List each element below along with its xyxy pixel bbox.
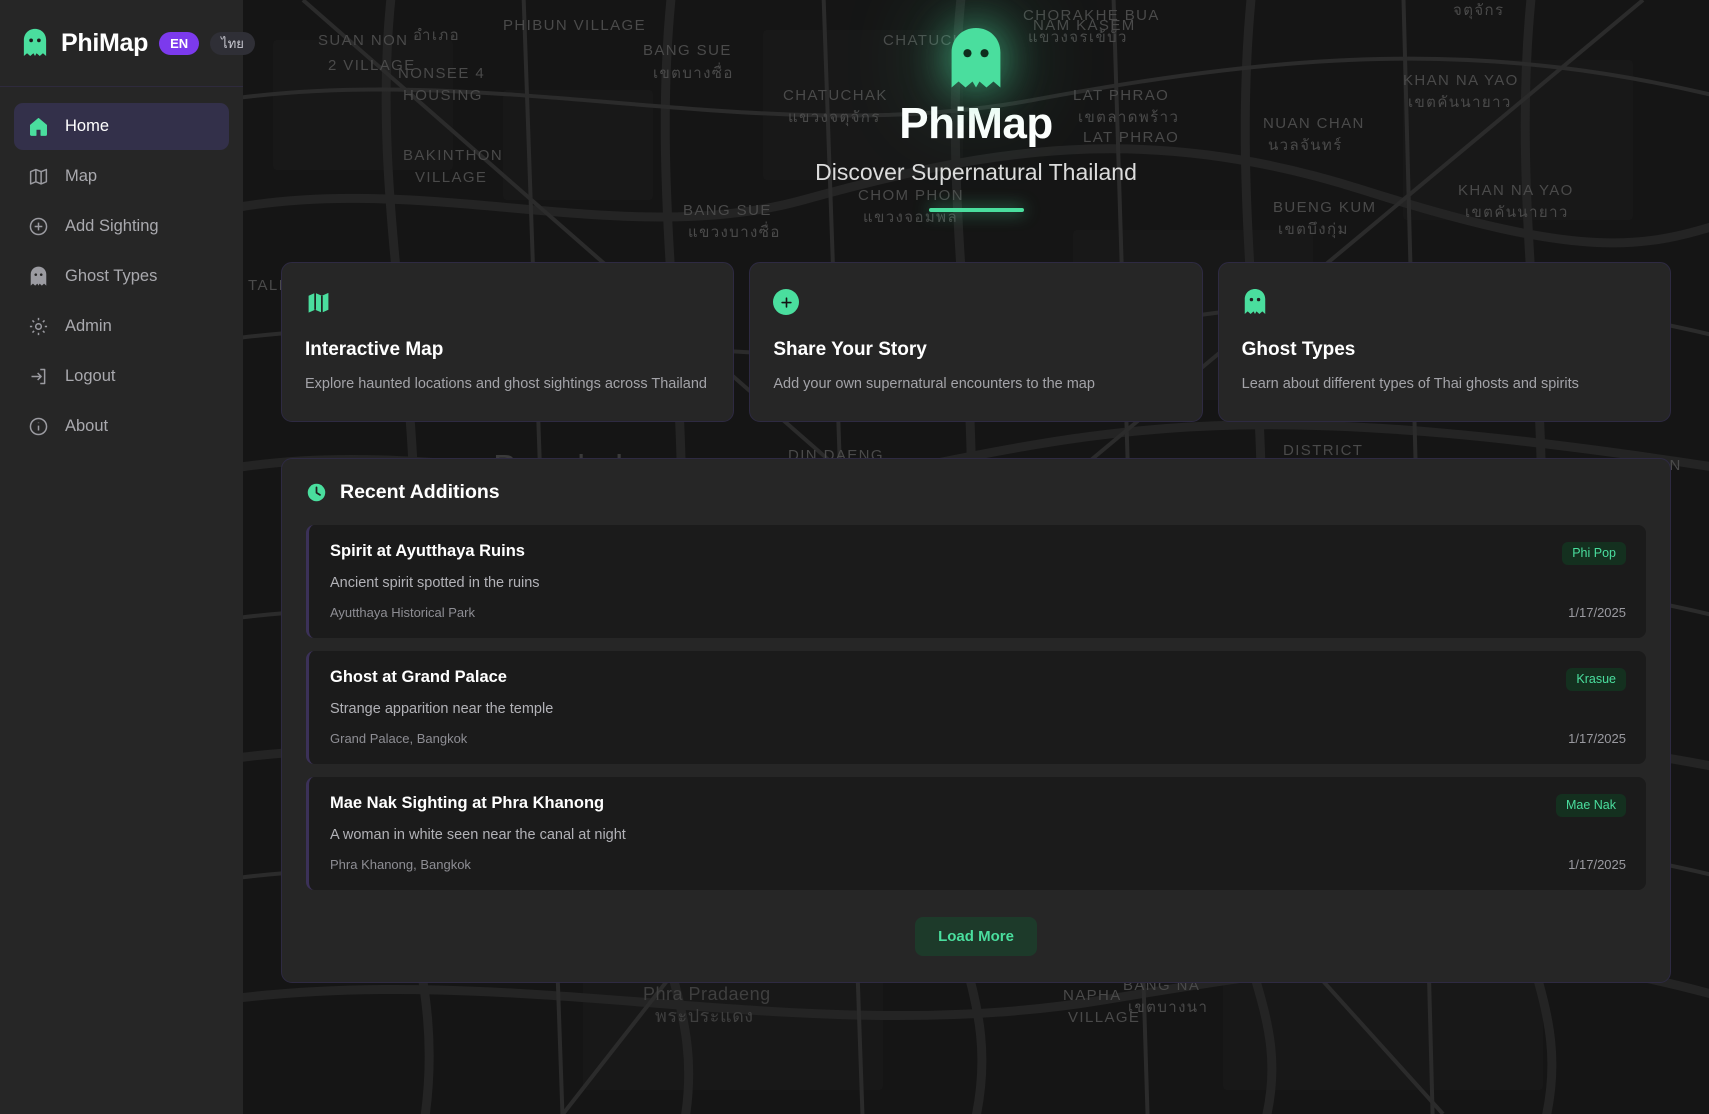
hero-subtitle: Discover Supernatural Thailand (815, 159, 1137, 185)
recent-additions-list: Spirit at Ayutthaya Ruins Ancient spirit… (306, 525, 1646, 891)
load-more-button[interactable]: Load More (915, 917, 1037, 957)
main-content: SUAN NON 2 VILLAGE NONSEE 4 HOUSING อำเภ… (243, 0, 1709, 1114)
feature-card-interactive-map[interactable]: Interactive Map Explore haunted location… (281, 262, 735, 423)
hero-logo-wrap (243, 24, 1709, 94)
load-more-wrap: Load More (306, 917, 1646, 957)
list-item-main: Spirit at Ayutthaya Ruins Ancient spirit… (330, 542, 1546, 620)
lang-toggle-en[interactable]: EN (159, 31, 200, 55)
sidebar-item-logout[interactable]: Logout (14, 353, 229, 400)
svg-text:แขวงบางซื่อ: แขวงบางซื่อ (688, 221, 781, 241)
gear-icon (28, 316, 49, 337)
list-item[interactable]: Ghost at Grand Palace Strange apparition… (306, 651, 1646, 765)
map-icon (28, 166, 49, 187)
feature-card-desc: Learn about different types of Thai ghos… (1241, 376, 1579, 392)
list-item-title: Ghost at Grand Palace (330, 668, 507, 687)
svg-text:เขตบึงกุ่ม: เขตบึงกุ่ม (1278, 221, 1349, 239)
list-item-meta: Krasue 1/17/2025 (1550, 668, 1626, 746)
list-item-location: Phra Khanong, Bangkok (330, 857, 471, 873)
home-icon (28, 116, 49, 137)
list-item-date: 1/17/2025 (1568, 731, 1626, 747)
list-item[interactable]: Mae Nak Sighting at Phra Khanong A woman… (306, 777, 1646, 891)
sidebar-nav: Home Map Add Sighting Ghost Types Admin … (0, 87, 243, 450)
sidebar-item-label: Add Sighting (65, 217, 159, 235)
list-item-meta: Mae Nak 1/17/2025 (1540, 794, 1626, 872)
list-item-title: Spirit at Ayutthaya Ruins (330, 542, 525, 561)
logout-icon (28, 366, 49, 387)
list-item-date: 1/17/2025 (1568, 605, 1626, 621)
sidebar-item-ghost-types[interactable]: Ghost Types (14, 253, 229, 300)
brand-name: PhiMap (61, 28, 149, 57)
list-item[interactable]: Spirit at Ayutthaya Ruins Ancient spirit… (306, 525, 1646, 639)
brand-header: PhiMap EN ไทย (0, 0, 255, 87)
svg-text:DISTRICT: DISTRICT (1283, 442, 1363, 459)
sidebar-item-admin[interactable]: Admin (14, 303, 229, 350)
hero-section: PhiMap Discover Supernatural Thailand (243, 0, 1709, 212)
app-root: PhiMap EN ไทย Home Map Add Sighting Ghos… (0, 0, 1709, 1114)
list-item-description: A woman in white seen near the canal at … (330, 827, 626, 844)
recent-additions-header: Recent Additions (306, 481, 1646, 504)
list-item-location: Ayutthaya Historical Park (330, 605, 475, 621)
svg-text:NAPHA: NAPHA (1063, 987, 1122, 1004)
list-item-date: 1/17/2025 (1568, 857, 1626, 873)
ghost-icon (951, 28, 1001, 88)
status-badge: Mae Nak (1555, 794, 1626, 818)
feature-cards: Interactive Map Explore haunted location… (243, 262, 1709, 423)
lang-toggle-th[interactable]: ไทย (210, 31, 255, 55)
feature-card-title: Interactive Map (305, 339, 444, 360)
list-item-title: Mae Nak Sighting at Phra Khanong (330, 794, 605, 813)
list-item-main: Ghost at Grand Palace Strange apparition… (330, 668, 1550, 746)
list-item-description: Strange apparition near the temple (330, 701, 554, 718)
ghost-icon (23, 28, 47, 56)
sidebar-item-label: Ghost Types (65, 267, 158, 285)
recent-additions-title: Recent Additions (340, 481, 500, 504)
status-badge: Phi Pop (1562, 542, 1626, 566)
plus-circle-icon (28, 216, 49, 237)
sidebar-item-label: Admin (65, 317, 112, 335)
sidebar-item-label: Home (65, 117, 110, 135)
svg-text:เขตบางนา: เขตบางนา (1128, 999, 1208, 1016)
list-item-location: Grand Palace, Bangkok (330, 731, 468, 747)
clock-icon (307, 483, 326, 502)
list-item-main: Mae Nak Sighting at Phra Khanong A woman… (330, 794, 1540, 872)
map-icon (305, 287, 710, 317)
plus-circle-icon (773, 287, 1178, 317)
list-item-description: Ancient spirit spotted in the ruins (330, 575, 540, 592)
ghost-icon (28, 266, 49, 287)
feature-card-share-your-story[interactable]: Share Your Story Add your own supernatur… (749, 262, 1203, 423)
page-title: PhiMap (899, 99, 1053, 148)
svg-text:Phra Pradaeng: Phra Pradaeng (643, 984, 771, 1004)
sidebar: PhiMap EN ไทย Home Map Add Sighting Ghos… (0, 0, 255, 1114)
feature-card-ghost-types[interactable]: Ghost Types Learn about different types … (1217, 262, 1671, 423)
status-badge: Krasue (1566, 668, 1626, 692)
hero-accent-bar (928, 208, 1024, 212)
sidebar-item-about[interactable]: About (14, 403, 229, 450)
feature-card-desc: Add your own supernatural encounters to … (773, 376, 1095, 392)
sidebar-item-home[interactable]: Home (14, 103, 229, 150)
feature-card-title: Ghost Types (1241, 339, 1356, 360)
svg-text:พระประแดง: พระประแดง (655, 1006, 754, 1026)
recent-additions-panel: Recent Additions Spirit at Ayutthaya Rui… (281, 458, 1671, 984)
sidebar-item-label: Logout (65, 367, 116, 385)
ghost-icon (1242, 287, 1647, 317)
info-icon (28, 416, 49, 437)
sidebar-item-label: About (65, 417, 109, 435)
feature-card-title: Share Your Story (773, 339, 927, 360)
feature-card-desc: Explore haunted locations and ghost sigh… (305, 376, 707, 392)
sidebar-item-map[interactable]: Map (14, 153, 229, 200)
sidebar-item-label: Map (65, 167, 98, 185)
list-item-meta: Phi Pop 1/17/2025 (1546, 542, 1626, 620)
sidebar-item-add-sighting[interactable]: Add Sighting (14, 203, 229, 250)
